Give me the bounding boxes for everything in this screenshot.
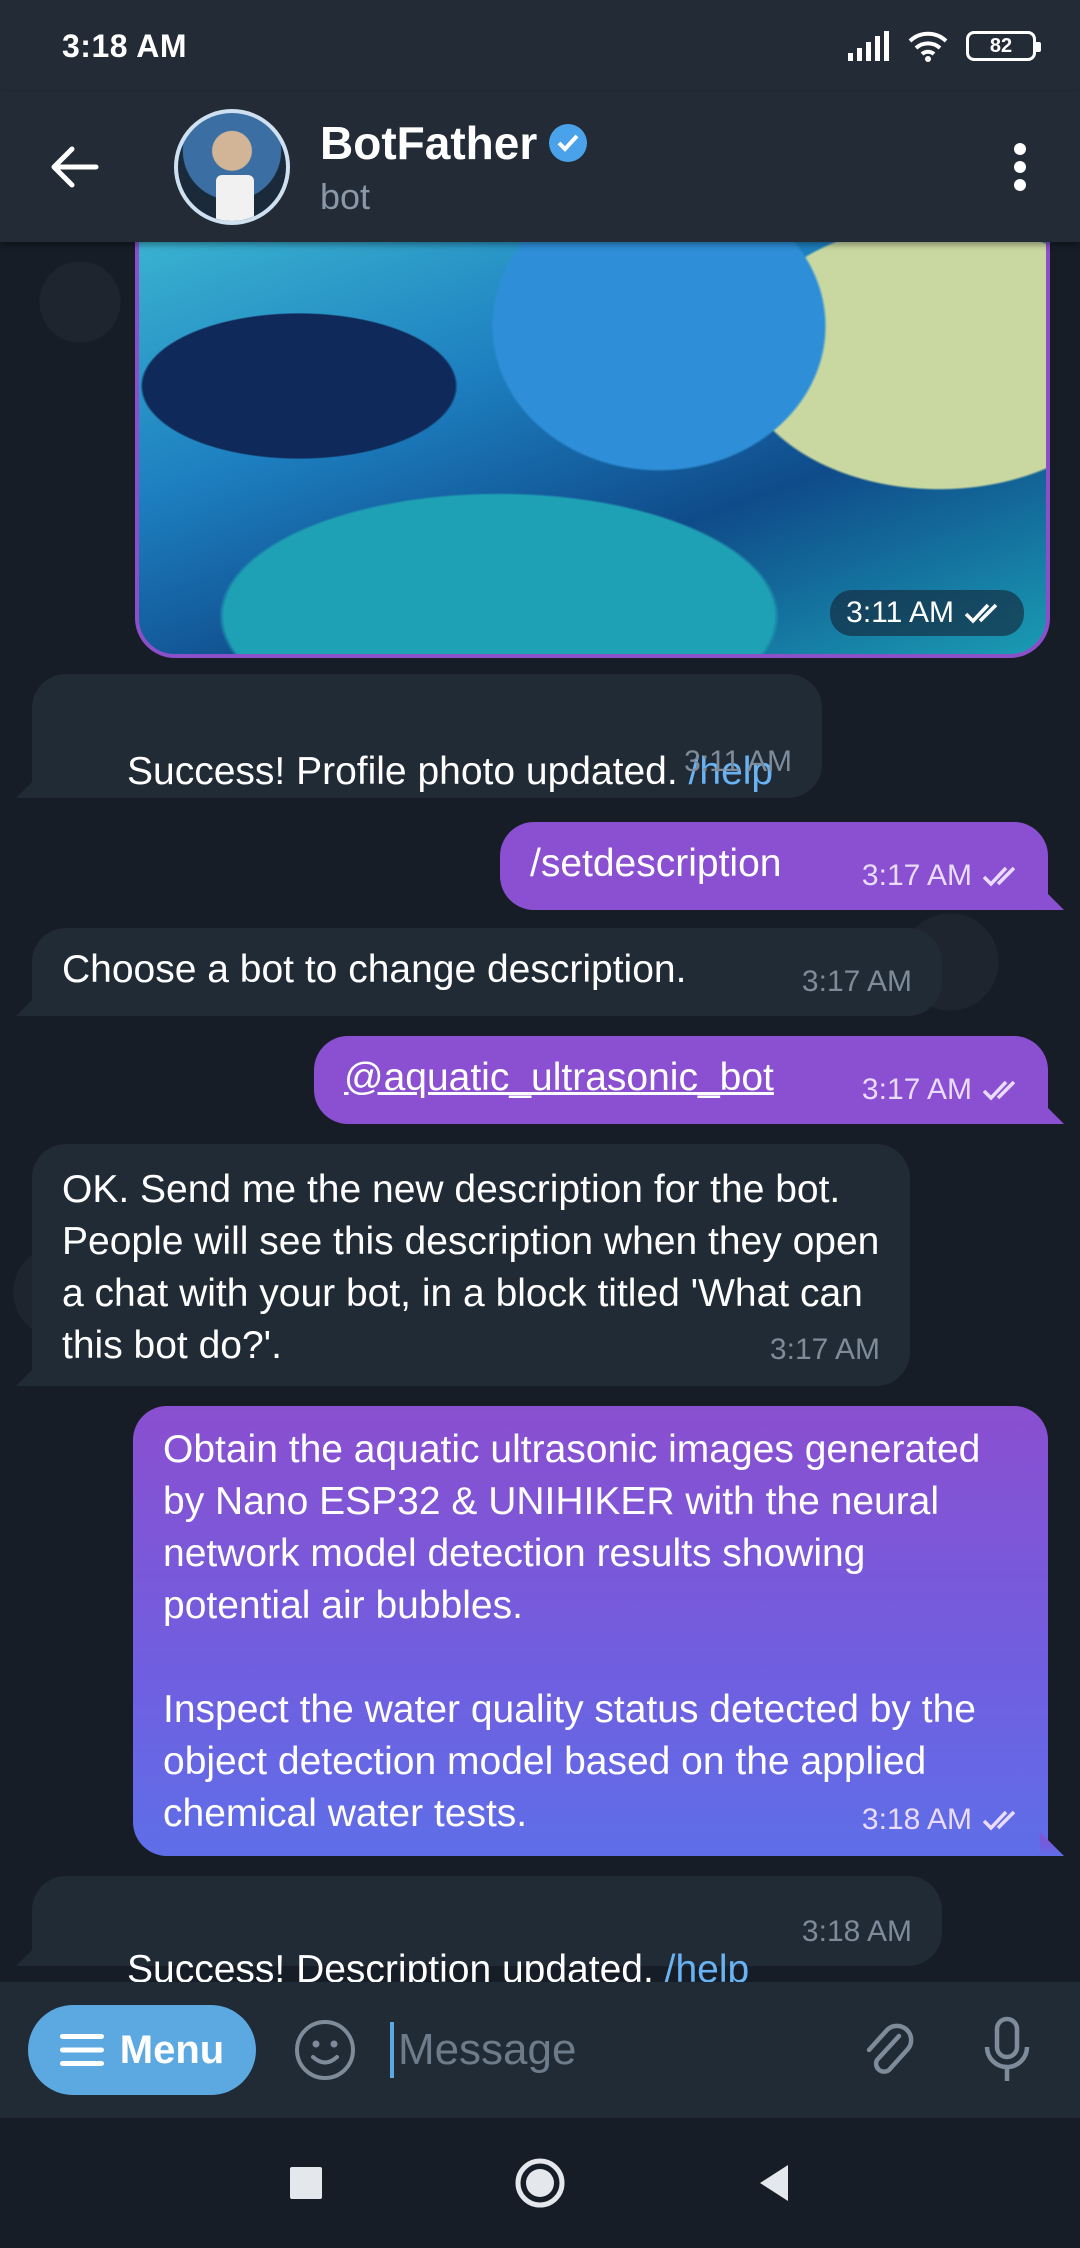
outgoing-message[interactable]: @aquatic_ultrasonic_bot 3:17 AM xyxy=(314,1036,1048,1124)
status-time: 3:18 AM xyxy=(62,27,188,64)
double-check-icon xyxy=(982,1810,1016,1831)
message-time: 3:17 AM xyxy=(769,1333,880,1366)
more-options-button[interactable] xyxy=(960,92,1080,242)
incoming-message[interactable]: Choose a bot to change description. 3:17… xyxy=(32,928,942,1016)
message-time: 3:18 AM xyxy=(861,1803,972,1836)
message-text: Choose a bot to change description. xyxy=(62,948,687,991)
message-time: 3:11 AM xyxy=(846,596,954,629)
photo-message[interactable]: 3:11 AM xyxy=(135,242,1050,658)
text-caret xyxy=(390,2022,394,2078)
more-vertical-icon xyxy=(1014,143,1026,191)
incoming-message[interactable]: Success! Description updated. /help 3:18… xyxy=(32,1876,942,1982)
home-circle-icon[interactable] xyxy=(514,2157,566,2209)
chat-header: BotFather bot xyxy=(0,92,1080,242)
status-icons: 82 xyxy=(846,30,1041,62)
message-input-wrap xyxy=(390,2005,842,2095)
chat-title: BotFather xyxy=(320,117,538,169)
signal-icon xyxy=(848,31,889,61)
avatar[interactable] xyxy=(174,109,290,225)
paperclip-icon xyxy=(866,2023,914,2074)
emoji-button[interactable] xyxy=(290,2015,360,2085)
outgoing-message[interactable]: Obtain the aquatic ultrasonic images gen… xyxy=(133,1406,1048,1856)
battery-icon: 82 xyxy=(966,31,1041,61)
message-text: Success! Profile photo updated. xyxy=(127,750,689,793)
microphone-icon xyxy=(984,2016,1030,2081)
verified-badge-icon xyxy=(549,124,588,162)
system-nav-bar xyxy=(0,2118,1080,2248)
message-time: 3:17 AM xyxy=(861,859,972,892)
help-command-link[interactable]: /help xyxy=(665,1948,750,1982)
message-time: 3:18 AM xyxy=(801,1915,912,1948)
microphone-button[interactable] xyxy=(962,2005,1052,2095)
double-check-icon xyxy=(964,603,998,624)
photo-meta: 3:11 AM xyxy=(830,590,1024,636)
status-bar: 3:18 AM 82 xyxy=(0,0,1080,92)
message-text: /setdescription xyxy=(530,842,782,885)
double-check-icon xyxy=(982,866,1016,887)
outgoing-message[interactable]: /setdescription 3:17 AM xyxy=(500,822,1048,910)
double-check-icon xyxy=(982,1080,1016,1101)
message-time: 3:11 AM xyxy=(684,745,792,778)
wifi-icon xyxy=(908,31,948,62)
message-time: 3:17 AM xyxy=(801,965,912,998)
back-triangle-icon[interactable] xyxy=(756,2163,792,2203)
message-input[interactable] xyxy=(397,2025,842,2075)
menu-button-label: Menu xyxy=(119,2027,225,2072)
chat-title-block[interactable]: BotFather bot xyxy=(320,116,960,218)
message-composer: Menu xyxy=(0,1982,1080,2118)
battery-level: 82 xyxy=(989,34,1013,57)
arrow-left-icon xyxy=(51,146,99,188)
back-button[interactable] xyxy=(0,92,150,242)
message-text: Success! Description updated. xyxy=(127,1948,665,1982)
chat-subtitle: bot xyxy=(320,176,371,217)
hamburger-icon xyxy=(59,2034,104,2066)
message-text: OK. Send me the new description for the … xyxy=(62,1168,891,1367)
message-text: Obtain the aquatic ultrasonic images gen… xyxy=(163,1428,981,1835)
attach-button[interactable] xyxy=(842,2005,932,2095)
recents-square-icon[interactable] xyxy=(288,2165,324,2201)
smiley-icon xyxy=(295,2020,355,2080)
message-time: 3:17 AM xyxy=(861,1073,972,1106)
chat-messages[interactable]: 3:11 AM Success! Profile photo updated. … xyxy=(0,242,1080,1982)
incoming-message[interactable]: Success! Profile photo updated. /help 3:… xyxy=(32,674,822,798)
bot-username-link[interactable]: @aquatic_ultrasonic_bot xyxy=(344,1056,774,1099)
incoming-message[interactable]: OK. Send me the new description for the … xyxy=(32,1144,910,1386)
menu-button[interactable]: Menu xyxy=(28,2005,256,2095)
